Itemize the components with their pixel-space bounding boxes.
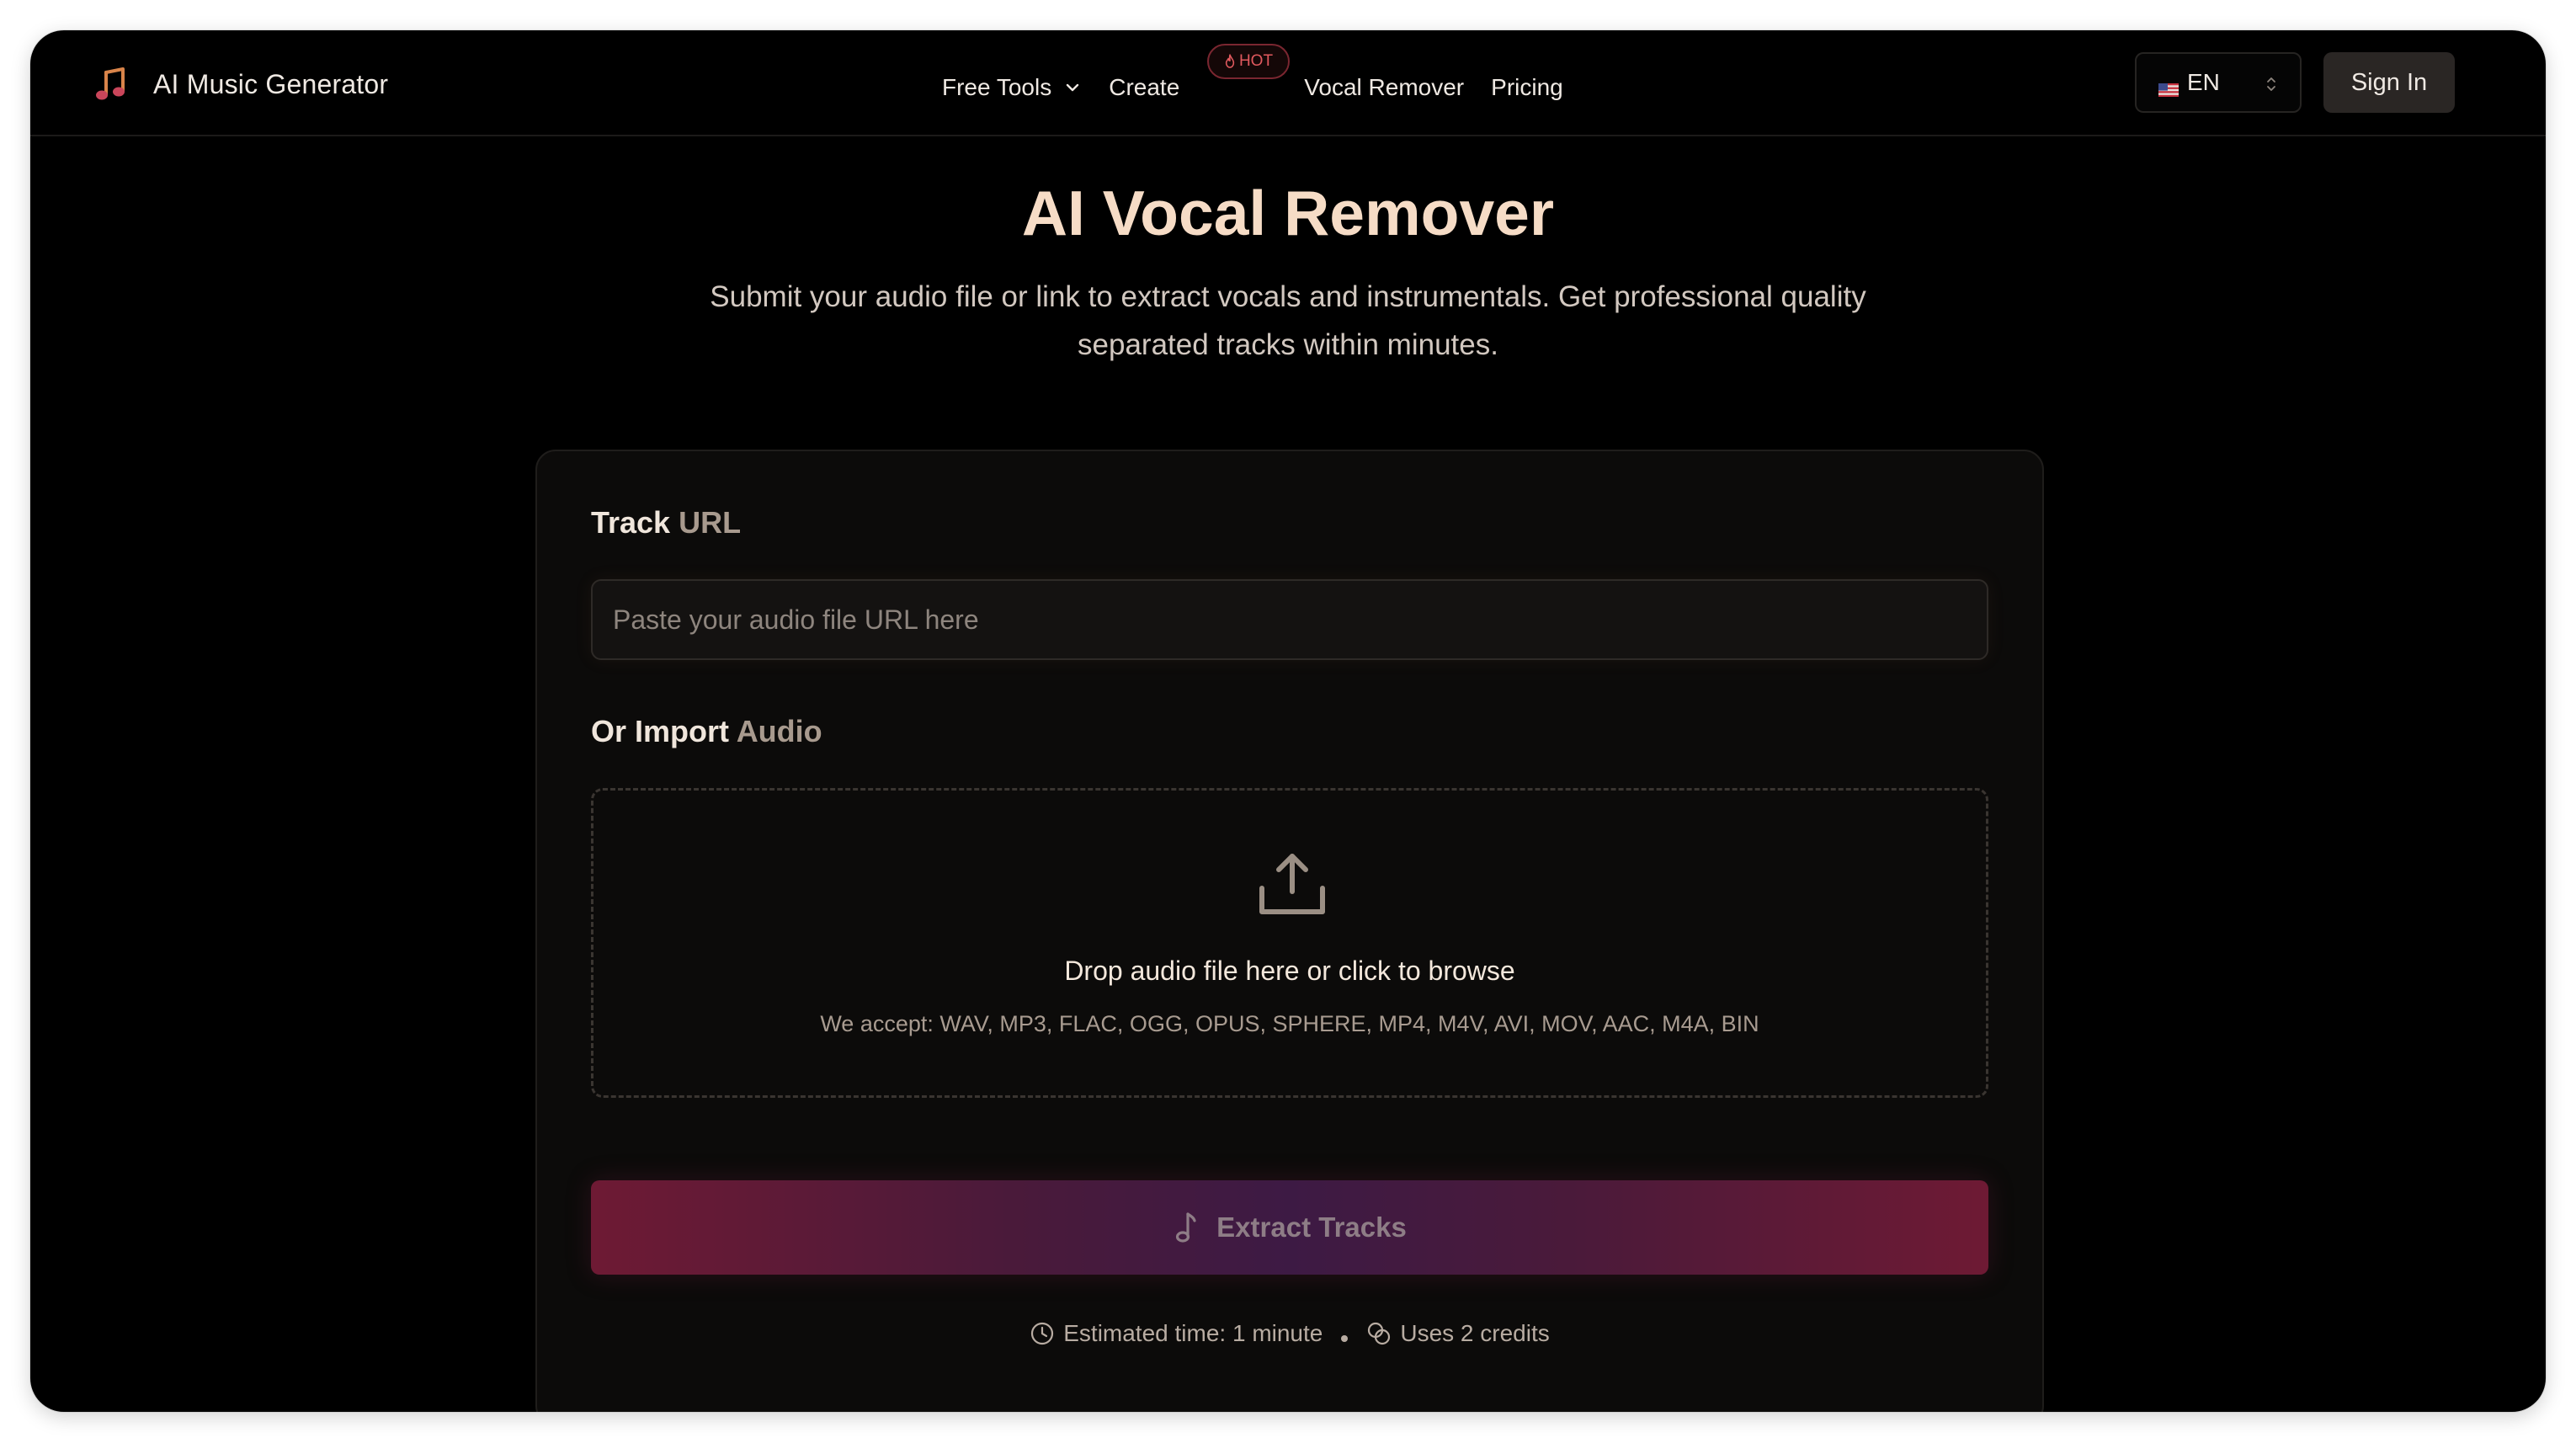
hot-badge-label: HOT: [1238, 52, 1274, 70]
music-note-icon: [94, 66, 128, 103]
track-url-label-strong: Track: [591, 505, 671, 540]
nav-pricing-label: Pricing: [1491, 74, 1563, 100]
brand-name: AI Music Generator: [153, 68, 389, 99]
separator-dot: [1341, 1335, 1349, 1342]
app-window: AI Music Generator Free Tools Create Voc…: [30, 30, 2546, 1412]
sign-in-button[interactable]: Sign In: [2323, 52, 2455, 113]
nav-create[interactable]: Create: [1109, 74, 1179, 101]
credits-cost-text: Uses 2 credits: [1400, 1320, 1550, 1346]
music-note-icon: [1176, 1212, 1196, 1243]
audio-dropzone[interactable]: Drop audio file here or click to browse …: [591, 788, 1988, 1098]
chevron-up-down-icon: [2267, 77, 2275, 91]
estimated-time-text: Estimated time: 1 minute: [1063, 1320, 1323, 1346]
page-subtitle-line-1: Submit your audio file or link to extrac…: [710, 280, 1866, 313]
top-navbar: AI Music Generator Free Tools Create Voc…: [30, 30, 2546, 136]
estimated-time: Estimated time: 1 minute: [1030, 1320, 1323, 1347]
us-flag-icon: [2158, 76, 2179, 97]
import-audio-label-strong: Or Import: [591, 714, 730, 748]
extract-tracks-label: Extract Tracks: [1216, 1211, 1407, 1243]
chevron-down-icon: [1067, 83, 1079, 92]
import-audio-label-muted: Audio: [736, 714, 822, 748]
accepted-formats: We accept: WAV, MP3, FLAC, OGG, OPUS, SP…: [820, 1011, 1759, 1036]
import-audio-label: Or Import Audio: [591, 714, 822, 749]
nav-create-label: Create: [1109, 74, 1180, 100]
vocal-remover-form: Track URL Or Import Audio Drop audio fil…: [535, 450, 2044, 1412]
brand[interactable]: AI Music Generator: [94, 59, 388, 109]
nav-vocal-remover-label: Vocal Remover: [1304, 74, 1465, 100]
page-subtitle-line-2: separated tracks within minutes.: [1078, 328, 1498, 361]
track-url-label: Track URL: [591, 505, 741, 540]
upload-icon: [1259, 854, 1325, 914]
nav-pricing[interactable]: Pricing: [1491, 74, 1563, 101]
page-subtitle: Submit your audio file or link to extrac…: [620, 273, 1956, 369]
hot-badge: HOT: [1207, 44, 1290, 79]
nav-vocal-remover[interactable]: Vocal Remover: [1304, 74, 1464, 101]
clock-icon: [1031, 1322, 1054, 1345]
language-select[interactable]: EN: [2135, 52, 2302, 113]
extract-tracks-button[interactable]: Extract Tracks: [591, 1180, 1988, 1275]
page-title: AI Vocal Remover: [1021, 178, 1555, 248]
flame-icon: [1225, 54, 1235, 68]
dropzone-title: Drop audio file here or click to browse: [1064, 956, 1515, 986]
language-code: EN: [2187, 69, 2220, 95]
credits-cost: Uses 2 credits: [1366, 1320, 1550, 1347]
job-meta: Estimated time: 1 minute Uses 2 credits: [537, 1320, 2042, 1347]
track-url-label-muted: URL: [679, 505, 742, 540]
nav-free-tools[interactable]: Free Tools: [942, 74, 1082, 101]
nav-free-tools-label: Free Tools: [942, 74, 1052, 100]
coins-icon: [1368, 1322, 1391, 1345]
track-url-input[interactable]: [591, 579, 1988, 660]
